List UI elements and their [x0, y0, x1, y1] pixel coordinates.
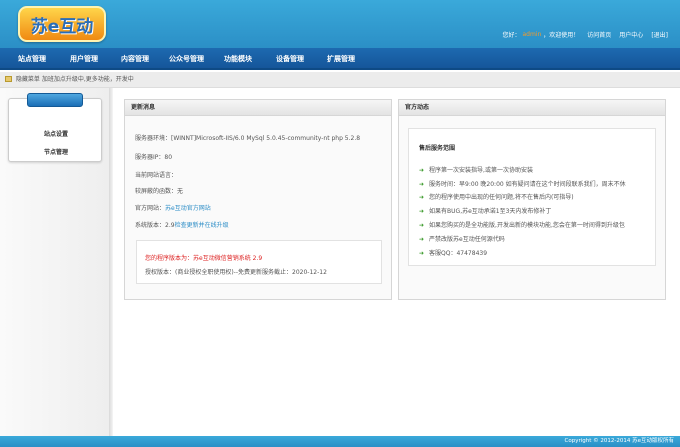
- nav-item-modules[interactable]: 功能模块: [224, 48, 252, 70]
- list-item: 客服QQ：47478439: [419, 248, 487, 257]
- official-site-link[interactable]: 苏e互动官方网站: [165, 205, 211, 212]
- service-scope-title: 售后服务范围: [419, 145, 456, 152]
- system-version-label: 系统版本：: [135, 222, 166, 229]
- license-info: 授权版本：(商业授权全职使用权)--免费更新服务截止：2020-12-12: [145, 269, 327, 276]
- program-version-label: 您的程序版本为：: [145, 255, 194, 262]
- nav-item-users[interactable]: 用户管理: [70, 48, 98, 70]
- server-ip-label: 服务器IP：: [135, 154, 165, 161]
- official-panel-title: 官方动态: [399, 100, 665, 116]
- program-version-line: 您的程序版本为：苏e互动微信营销系统 2.9: [145, 253, 262, 262]
- nav-item-content[interactable]: 内容管理: [121, 48, 149, 70]
- program-version-value: 苏e互动微信营销系统 2.9: [193, 255, 263, 262]
- server-env-row: 服务器环境：[WINNT]Microsoft-IIS/6.0 MySql 5.0…: [135, 133, 360, 142]
- list-item: 程序第一次安装指导,或第一次协助安装: [419, 165, 533, 174]
- list-item: 如果有BUG,苏e互动承诺1至3天内发布修补丁: [419, 206, 551, 215]
- main-nav: 站点管理 用户管理 内容管理 公众号管理 功能模块 设备管理 扩展管理: [0, 48, 680, 70]
- list-item: 服务时间：早9:00 晚20:00 如有疑问请在这个时间段联系我们，周末不休: [419, 179, 626, 188]
- nav-item-site[interactable]: 站点管理: [18, 48, 46, 70]
- sidebar-tab: [27, 93, 83, 107]
- update-panel-title: 更新消息: [125, 100, 391, 116]
- server-env-label: 服务器环境：: [135, 135, 172, 142]
- nav-item-wechat[interactable]: 公众号管理: [169, 48, 204, 70]
- header: 苏e互动 您好： admin ，欢迎使用！ 访问首页 用户中心 [退出]: [0, 0, 680, 48]
- official-site-label: 官方网站：: [135, 205, 166, 212]
- system-version-row: 系统版本：2.9检查更新并在线升级: [135, 220, 229, 229]
- visit-home-link[interactable]: 访问首页: [587, 30, 611, 39]
- breadcrumb: 隐藏菜单 加班加点升级中,更多功能，开发中: [0, 72, 680, 88]
- version-notice: 您的程序版本为：苏e互动微信营销系统 2.9 授权版本：(商业授权全职使用权)-…: [136, 240, 382, 284]
- server-ip-value: 80: [164, 154, 173, 161]
- sidebar-item-node-management[interactable]: 节点管理: [9, 147, 103, 156]
- sidebar-panel: 站点设置 节点管理: [8, 93, 103, 162]
- logout-link[interactable]: [退出]: [651, 30, 668, 39]
- server-env-value: [WINNT]Microsoft-IIS/6.0 MySql 5.0.45-co…: [171, 135, 361, 142]
- server-ip-row: 服务器IP：80: [135, 152, 172, 161]
- sidebar-item-site-settings[interactable]: 站点设置: [9, 129, 103, 138]
- copyright-text: Copyright © 2012-2014 苏e互动版权所有: [564, 438, 674, 444]
- site-language-row: 当前网站语言：: [135, 170, 177, 179]
- breadcrumb-text: 隐藏菜单 加班加点升级中,更多功能，开发中: [15, 76, 134, 83]
- disabled-functions-value: 无: [177, 188, 184, 195]
- hide-menu-icon[interactable]: [5, 76, 12, 82]
- user-center-link[interactable]: 用户中心: [619, 30, 643, 39]
- footer: Copyright © 2012-2014 苏e互动版权所有: [0, 436, 680, 447]
- official-site-row: 官方网站：苏e互动官方网站: [135, 203, 211, 212]
- disabled-functions-label: 较屏蔽的函数：: [135, 188, 178, 195]
- greeting-prefix: 您好：: [502, 32, 521, 39]
- check-update-link[interactable]: 检查更新并在线升级: [175, 222, 229, 229]
- user-bar: 您好： admin ，欢迎使用！ 访问首页 用户中心 [退出]: [502, 30, 668, 39]
- nav-item-extensions[interactable]: 扩展管理: [327, 48, 355, 70]
- disabled-functions-row: 较屏蔽的函数：无: [135, 186, 183, 195]
- system-version-value: 2.9: [165, 222, 175, 229]
- site-logo[interactable]: 苏e互动: [18, 6, 106, 42]
- sidebar: 站点设置 节点管理: [0, 88, 113, 436]
- nav-item-devices[interactable]: 设备管理: [276, 48, 304, 70]
- list-item: 如果您购买的是全功能版,开发出新的模块功能,您会在第一时间得到升级包: [419, 220, 625, 229]
- logo-text: 苏e互动: [30, 16, 94, 37]
- list-item: 严禁改版苏e互动任何源代码: [419, 234, 505, 243]
- site-language-label: 当前网站语言：: [135, 172, 178, 179]
- service-scope-box: 售后服务范围 程序第一次安装指导,或第一次协助安装 服务时间：早9:00 晚20…: [408, 128, 656, 266]
- greeting-suffix: ，欢迎使用！: [543, 32, 580, 39]
- username: admin: [522, 31, 542, 38]
- list-item: 您的程序使用中出现的任何问题,将不在售后内(可指导): [419, 192, 574, 201]
